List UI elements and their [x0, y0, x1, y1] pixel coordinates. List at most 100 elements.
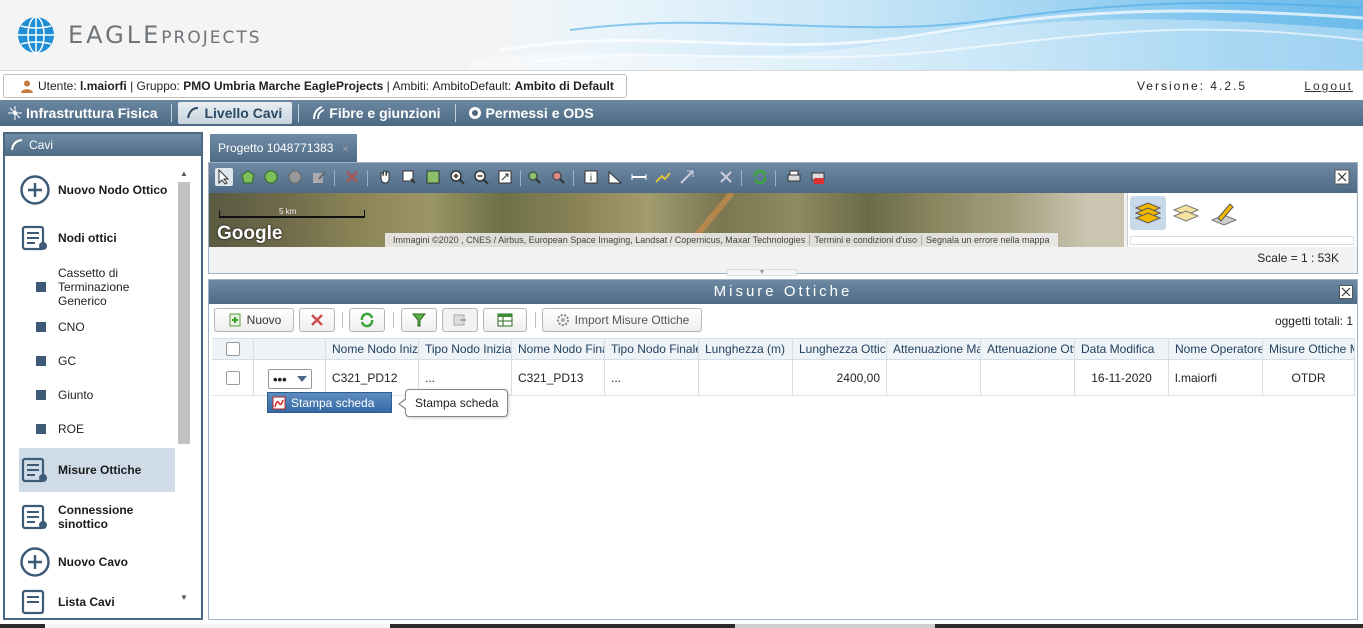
zoom-extent-icon[interactable] — [424, 168, 442, 186]
map-view[interactable]: 5 km Google Immagini ©2020 , CNES / Airb… — [209, 193, 1124, 247]
attribution-report-link[interactable]: Segnala un errore nella mappa — [922, 235, 1054, 245]
col-nome-nodo-finale[interactable]: Nome Nodo Finale — [512, 339, 605, 359]
select-all-checkbox[interactable] — [225, 342, 240, 356]
scrollbar-thumb[interactable] — [178, 182, 190, 444]
stampa-scheda-menu-item[interactable]: Stampa scheda — [267, 392, 392, 413]
zoom-out-icon[interactable] — [472, 168, 490, 186]
row-actions-dropdown[interactable]: ••• — [268, 369, 312, 389]
delete-button[interactable] — [299, 308, 335, 332]
nav-cno[interactable]: CNO — [19, 310, 175, 344]
print-pdf-icon[interactable] — [809, 168, 827, 186]
list-icon — [21, 504, 47, 530]
toolbar-separator — [573, 170, 574, 186]
route-icon[interactable] — [654, 168, 672, 186]
select-pointer-icon[interactable] — [215, 168, 233, 186]
edit-geometry-icon[interactable] — [310, 168, 328, 186]
nav-cassetto-terminazione[interactable]: Cassetto di Terminazione Generico — [19, 264, 175, 310]
cell-nome-operatore: l.maiorfi — [1169, 360, 1263, 395]
gear-icon — [556, 314, 569, 326]
layer-base-icon[interactable] — [1168, 196, 1204, 230]
cut-tool-icon[interactable] — [717, 168, 735, 186]
logo-text: EAGLEPROJECTS — [68, 21, 262, 49]
measure-area-icon[interactable] — [606, 168, 624, 186]
zoom-box-icon[interactable] — [400, 168, 418, 186]
tab-progetto[interactable]: Progetto 1048771383 — [210, 134, 358, 162]
attribution-terms-link[interactable]: Termini e condizioni d'uso — [810, 235, 922, 245]
maximize-map-icon[interactable] — [1333, 168, 1351, 186]
col-metodo[interactable]: Misure Ottiche Metodo — [1263, 339, 1355, 359]
nuovo-button[interactable]: Nuovo — [214, 308, 294, 332]
menu-fibre-giunzioni[interactable]: Fibre e giunzioni — [303, 102, 450, 124]
print-icon[interactable] — [785, 168, 803, 186]
cell-data-modifica: 16-11-2020 — [1075, 360, 1169, 395]
menu-livello-cavi[interactable]: Livello Cavi — [178, 102, 293, 124]
nav-lista-cavi[interactable]: Lista Cavi — [19, 582, 175, 618]
nav-label: GC — [58, 354, 76, 368]
tab-close-icon[interactable]: × — [342, 142, 349, 156]
maximize-panel-icon[interactable] — [1339, 285, 1353, 299]
nav-nodi-ottici[interactable]: Nodi ottici — [19, 212, 175, 264]
layer-scrollbar[interactable] — [1130, 236, 1354, 245]
logout-link[interactable]: Logout — [1304, 79, 1353, 93]
cell-nome-nodo-finale: C321_PD13 — [512, 360, 605, 395]
select-polygon-icon[interactable] — [239, 168, 257, 186]
app-logo: EAGLEPROJECTS — [16, 15, 262, 55]
col-tipo-nodo-finale[interactable]: Tipo Nodo Finale — [605, 339, 699, 359]
nav-giunto[interactable]: Giunto — [19, 378, 175, 412]
excel-button[interactable] — [483, 308, 527, 332]
row-checkbox[interactable] — [225, 370, 240, 385]
gruppo-value: PMO Umbria Marche EagleProjects — [183, 79, 384, 93]
nav-nuovo-cavo[interactable]: Nuovo Cavo — [19, 542, 175, 582]
refresh-icon[interactable] — [751, 168, 769, 186]
cell-tipo-nodo-finale: ... — [605, 360, 699, 395]
col-lunghezza[interactable]: Lunghezza (m) — [699, 339, 793, 359]
menu-infrastruttura-fisica[interactable]: Infrastruttura Fisica — [0, 102, 167, 124]
col-nome-nodo-iniziale[interactable]: Nome Nodo Iniziale — [326, 339, 419, 359]
zoom-in-icon[interactable] — [448, 168, 466, 186]
import-misure-button[interactable]: Import Misure Ottiche — [542, 308, 702, 332]
nav-misure-ottiche[interactable]: Misure Ottiche — [19, 448, 175, 492]
nav-gc[interactable]: GC — [19, 344, 175, 378]
snap-tool-icon[interactable] — [678, 168, 696, 186]
add-document-icon — [229, 313, 241, 327]
nav-connessione-sinottico[interactable]: Connessione sinottico — [19, 492, 175, 542]
nav-label: Connessione sinottico — [58, 503, 134, 531]
fullscreen-map-icon[interactable] — [496, 168, 514, 186]
pan-hand-icon[interactable] — [376, 168, 394, 186]
cell-lunghezza — [699, 360, 793, 395]
left-scrollbar[interactable]: ▲ ▼ — [177, 168, 191, 604]
nav-nuovo-nodo-ottico[interactable]: Nuovo Nodo Ottico — [19, 168, 175, 212]
filter-button[interactable] — [401, 308, 437, 332]
select-circle-icon[interactable] — [262, 168, 280, 186]
nav-label: Lista Cavi — [58, 595, 115, 609]
col-data-modifica[interactable]: Data Modifica — [1075, 339, 1169, 359]
pdf-icon — [272, 396, 286, 409]
toolbar-separator — [342, 312, 343, 328]
refresh-button[interactable] — [349, 308, 385, 332]
toolbar-separator — [775, 170, 776, 186]
add-circle-icon — [20, 547, 50, 577]
col-tipo-nodo-iniziale[interactable]: Tipo Nodo Iniziale — [419, 339, 512, 359]
previous-view-icon[interactable] — [525, 168, 543, 186]
next-view-icon[interactable] — [549, 168, 567, 186]
info-icon[interactable]: i — [582, 168, 600, 186]
layer-stack-icon[interactable] — [1130, 196, 1166, 230]
table-row[interactable]: C321_PD12 ... C321_PD13 ... 2400,00 16-1… — [212, 360, 1355, 396]
layer-edit-pencil-icon[interactable] — [1206, 196, 1242, 230]
scroll-down-icon[interactable]: ▼ — [177, 592, 191, 604]
col-attenuazione-max[interactable]: Attenuazione Max — [887, 339, 981, 359]
col-attenuazione-ottica[interactable]: Attenuazione Ottica — [981, 339, 1075, 359]
scroll-up-icon[interactable]: ▲ — [177, 168, 191, 180]
fiber-icon — [313, 106, 325, 120]
select-buffer-icon[interactable] — [286, 168, 304, 186]
export-button[interactable] — [442, 308, 478, 332]
panel-splitter-handle[interactable]: ▼ — [727, 269, 797, 276]
delete-geometry-icon[interactable] — [343, 168, 361, 186]
col-lunghezza-ottica[interactable]: Lunghezza Ottica — [793, 339, 887, 359]
nav-label: Nuovo Nodo Ottico — [58, 183, 168, 197]
nav-roe[interactable]: ROE — [19, 412, 175, 446]
globe-logo-icon — [18, 16, 54, 54]
measure-line-icon[interactable] — [630, 168, 648, 186]
menu-permessi-ods[interactable]: Permessi e ODS — [460, 102, 604, 124]
col-nome-operatore[interactable]: Nome Operatore — [1169, 339, 1263, 359]
